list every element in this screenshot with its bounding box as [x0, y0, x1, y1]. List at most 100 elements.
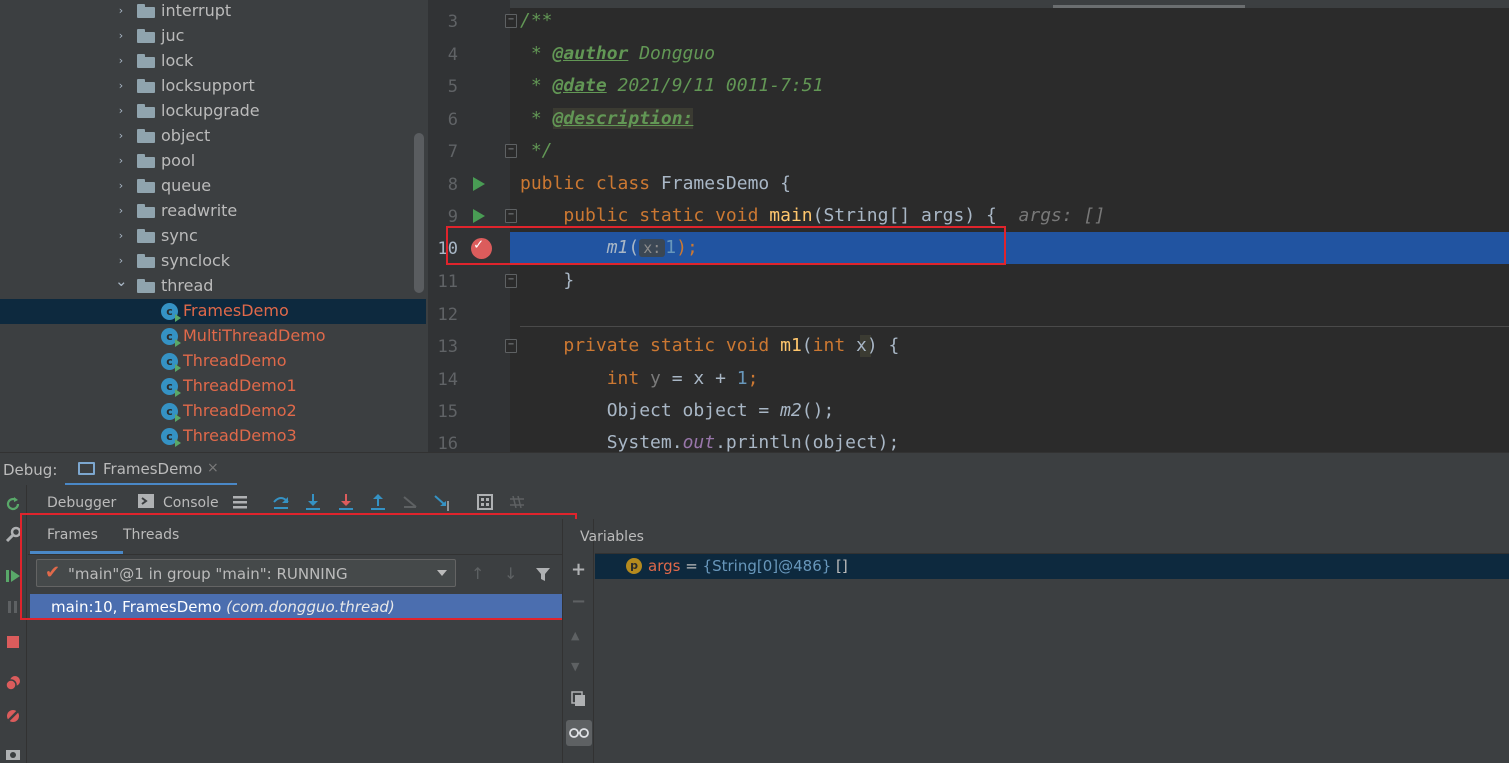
- line-number: 8: [447, 175, 458, 195]
- drop-frame-icon[interactable]: [401, 493, 419, 511]
- code-line[interactable]: 4 * @author Dongguo: [428, 38, 1509, 70]
- folder-icon: [137, 179, 155, 193]
- force-step-into-icon[interactable]: [337, 493, 355, 511]
- line-number: 4: [447, 45, 458, 65]
- tree-class-item[interactable]: c MultiThreadDemo: [0, 324, 428, 349]
- monitor-icon: [78, 462, 95, 475]
- tree-class-item[interactable]: c ThreadDemo: [0, 349, 428, 374]
- tree-class-label: ThreadDemo3: [183, 426, 297, 445]
- move-up-icon[interactable]: ▲: [571, 629, 579, 642]
- camera-icon[interactable]: [4, 745, 22, 763]
- tree-folder[interactable]: › lock: [0, 49, 428, 74]
- tree-folder[interactable]: › interrupt: [0, 0, 428, 24]
- code-line[interactable]: 3 − /**: [428, 5, 1509, 37]
- class-icon-letter: c: [166, 380, 173, 393]
- fold-icon[interactable]: −: [505, 339, 517, 353]
- class-icon: c: [161, 353, 181, 372]
- console-tab[interactable]: Console: [163, 495, 219, 511]
- remove-watch-icon[interactable]: −: [571, 591, 586, 612]
- tree-folder[interactable]: › sync: [0, 224, 428, 249]
- code-line[interactable]: 13 − private static void m1(int x) {: [428, 330, 1509, 362]
- tree-folder[interactable]: › synclock: [0, 249, 428, 274]
- fold-icon[interactable]: −: [505, 144, 517, 158]
- code-line[interactable]: 11 − }: [428, 265, 1509, 297]
- javadoc-tag: @date: [552, 75, 607, 96]
- code-line[interactable]: 14 int y = x + 1;: [428, 363, 1509, 395]
- chevron-right-icon[interactable]: ›: [115, 80, 127, 92]
- code-line[interactable]: 7 − */: [428, 135, 1509, 167]
- code-line[interactable]: 6 * @description:: [428, 103, 1509, 135]
- chevron-right-icon[interactable]: ›: [115, 105, 127, 117]
- step-over-icon[interactable]: [272, 493, 290, 511]
- code-token: FramesDemo {: [660, 173, 791, 194]
- evaluate-icon[interactable]: [476, 493, 494, 511]
- chevron-down-icon[interactable]: ⌄: [115, 274, 128, 289]
- fold-icon[interactable]: −: [505, 14, 517, 28]
- tree-folder[interactable]: › queue: [0, 174, 428, 199]
- tree-folder[interactable]: › locksupport: [0, 74, 428, 99]
- line-number: 6: [447, 110, 458, 130]
- run-to-cursor-icon[interactable]: [433, 493, 451, 511]
- tree-scrollbar[interactable]: [414, 133, 424, 293]
- chevron-right-icon[interactable]: ›: [115, 155, 127, 167]
- menu-lines-icon[interactable]: [231, 493, 249, 511]
- fold-icon[interactable]: −: [505, 209, 517, 223]
- tree-class-item[interactable]: c ThreadDemo1: [0, 374, 428, 399]
- code-line[interactable]: 16 System.out.println(object);: [428, 427, 1509, 452]
- debugger-tab[interactable]: Debugger: [47, 495, 116, 511]
- variable-equals: =: [680, 557, 703, 575]
- tree-folder-label: interrupt: [161, 1, 232, 20]
- mute-breakpoints-icon[interactable]: [4, 707, 22, 725]
- close-icon[interactable]: ×: [207, 460, 219, 476]
- chevron-right-icon[interactable]: ›: [115, 180, 127, 192]
- code-line[interactable]: 15 Object object = m2();: [428, 395, 1509, 427]
- chevron-right-icon[interactable]: ›: [115, 30, 127, 42]
- copy-icon[interactable]: [571, 691, 587, 707]
- console-icon[interactable]: [138, 494, 154, 508]
- view-breakpoints-icon[interactable]: [4, 674, 22, 692]
- tree-folder[interactable]: › readwrite: [0, 199, 428, 224]
- tree-class-item[interactable]: c ThreadDemo3: [0, 424, 428, 449]
- tree-folder[interactable]: › pool: [0, 149, 428, 174]
- tree-folder[interactable]: › lockupgrade: [0, 99, 428, 124]
- line-number: 5: [447, 77, 458, 97]
- chevron-right-icon[interactable]: ›: [115, 255, 127, 267]
- chevron-right-icon[interactable]: ›: [115, 5, 127, 17]
- run-gutter-icon[interactable]: [473, 177, 485, 191]
- class-icon-letter: c: [166, 355, 173, 368]
- tree-folder-label: lockupgrade: [161, 101, 260, 120]
- tree-folder[interactable]: ⌄ thread: [0, 274, 428, 299]
- chevron-right-icon[interactable]: ›: [115, 230, 127, 242]
- stop-icon[interactable]: [4, 633, 22, 651]
- folder-icon: [137, 129, 155, 143]
- variable-row[interactable]: p args = {String[0]@486} []: [595, 554, 1509, 579]
- code-token: m1: [780, 335, 802, 356]
- debug-session-tab[interactable]: FramesDemo ×: [65, 453, 237, 486]
- code-token: int: [606, 368, 640, 389]
- chevron-right-icon[interactable]: ›: [115, 55, 127, 67]
- code-line[interactable]: 5 * @date 2021/9/11 0011-7:51: [428, 70, 1509, 102]
- fold-icon[interactable]: −: [505, 274, 517, 288]
- code-token: m2: [780, 400, 802, 421]
- rerun-icon[interactable]: [4, 495, 22, 513]
- run-gutter-icon[interactable]: [473, 209, 485, 223]
- tree-folder-label: locksupport: [161, 76, 255, 95]
- chevron-right-icon[interactable]: ›: [115, 205, 127, 217]
- tree-class-item[interactable]: c FramesDemo: [0, 299, 426, 324]
- trace-icon[interactable]: [508, 493, 526, 511]
- glasses-icon: [569, 728, 589, 738]
- move-down-icon[interactable]: ▼: [571, 660, 579, 673]
- tree-class-item[interactable]: c ThreadDemo2: [0, 399, 428, 424]
- code-line[interactable]: 8 public class FramesDemo {: [428, 168, 1509, 200]
- code-token: Dongguo: [628, 43, 716, 64]
- tree-folder[interactable]: › object: [0, 124, 428, 149]
- step-out-icon[interactable]: [369, 493, 387, 511]
- step-into-icon[interactable]: [304, 493, 322, 511]
- code-token: *: [520, 43, 553, 64]
- watches-toggle[interactable]: [566, 720, 592, 746]
- chevron-right-icon[interactable]: ›: [115, 130, 127, 142]
- tree-folder[interactable]: › juc: [0, 24, 428, 49]
- add-watch-icon[interactable]: +: [571, 559, 586, 580]
